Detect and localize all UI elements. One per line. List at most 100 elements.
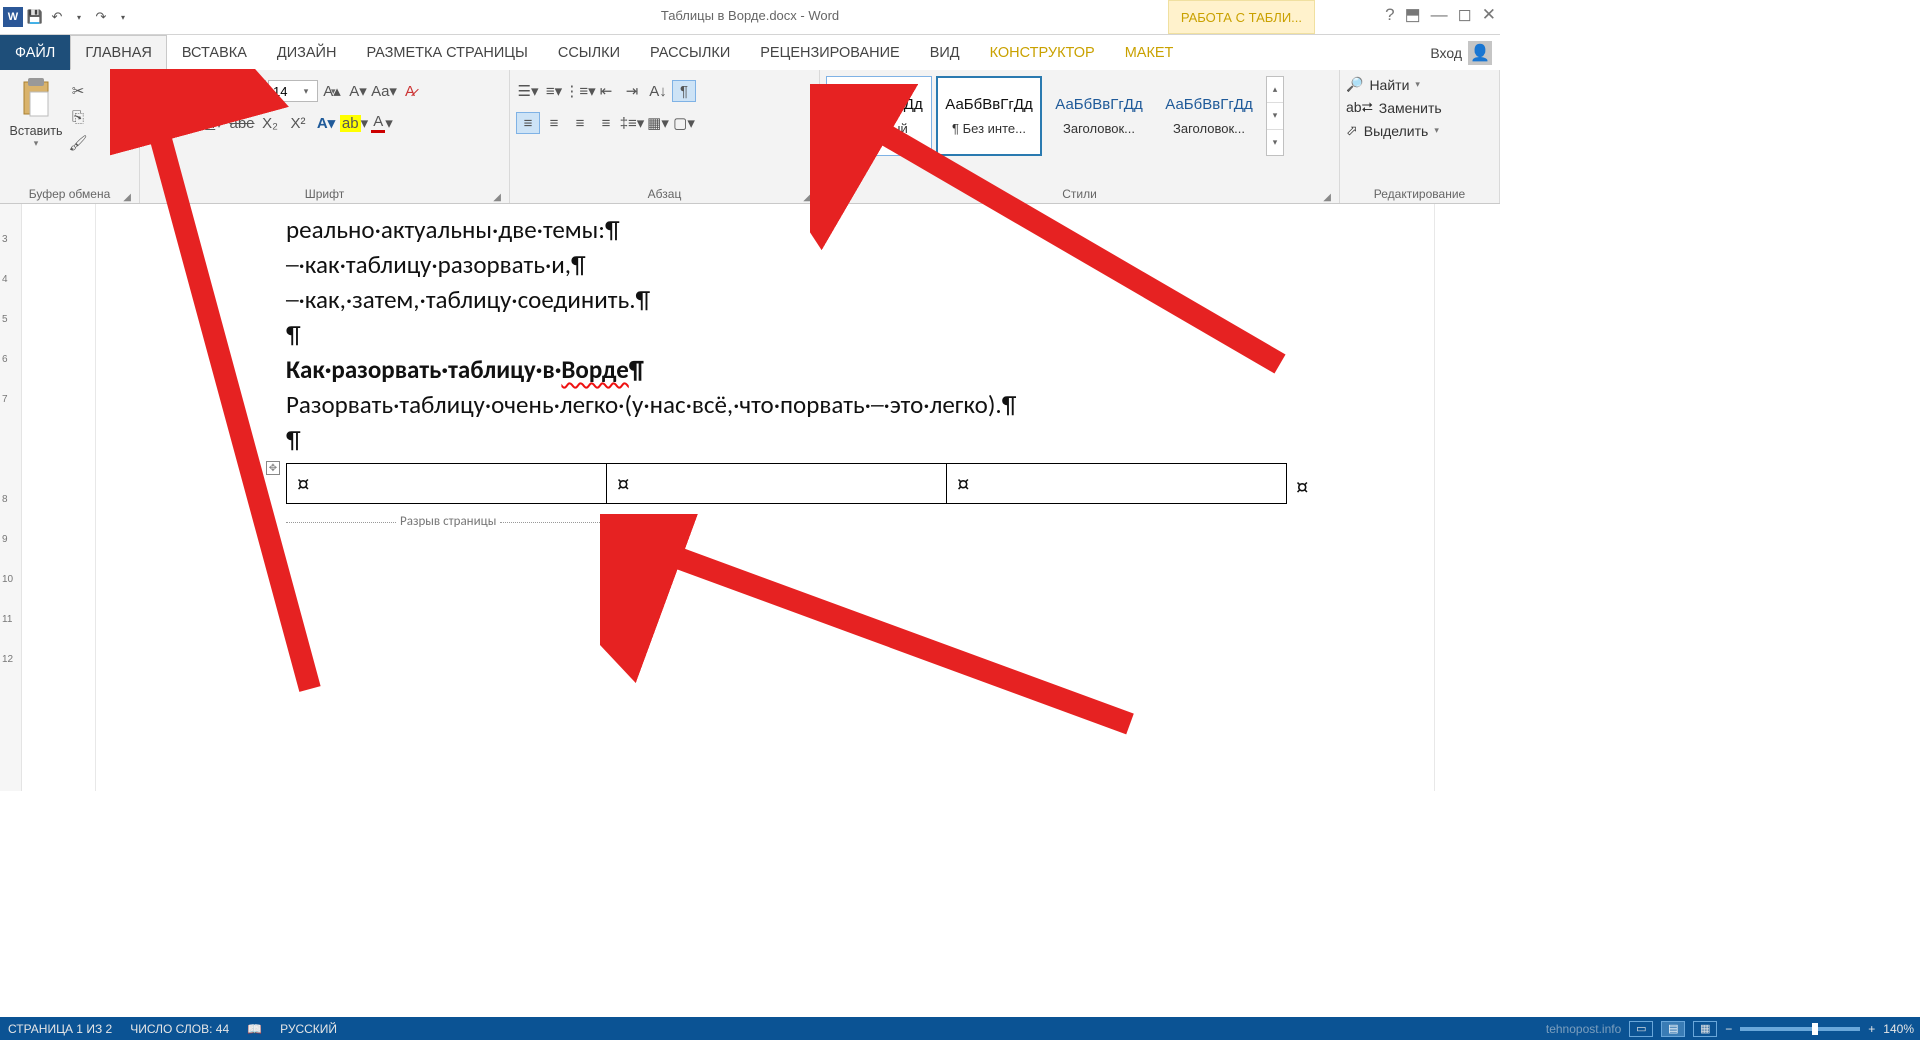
page[interactable]: реально·актуальны·две·темы:¶ ─·как·табли… xyxy=(95,204,1435,791)
style-heading2[interactable]: АаБбВвГгДд Заголовок... xyxy=(1156,76,1262,156)
help-icon[interactable]: ? xyxy=(1385,5,1394,25)
document-body[interactable]: реально·актуальны·две·темы:¶ ─·как·табли… xyxy=(286,212,1306,536)
change-case-icon[interactable]: Aa▾ xyxy=(372,80,396,102)
justify-icon[interactable]: ≡ xyxy=(594,112,618,134)
line-spacing-icon[interactable]: ‡≡▾ xyxy=(620,112,644,134)
table-cell[interactable]: ¤ xyxy=(947,464,1287,504)
document-table[interactable]: ¤ ¤ ¤ xyxy=(286,463,1287,504)
italic-icon[interactable]: К xyxy=(174,112,198,134)
numbering-icon[interactable]: ≡▾ xyxy=(542,80,566,102)
styles-gallery-scroll[interactable]: ▴▾▾ xyxy=(1266,76,1284,156)
table-row[interactable]: ¤ ¤ ¤ xyxy=(287,464,1287,504)
subscript-icon[interactable]: X₂ xyxy=(258,112,282,134)
view-read-mode[interactable]: ▭ xyxy=(1629,1021,1653,1037)
show-marks-icon[interactable]: ¶ xyxy=(672,80,696,102)
align-center-icon[interactable]: ≡ xyxy=(542,112,566,134)
editing-group-label: Редактирование xyxy=(1374,187,1465,201)
doc-line: ─·как·таблицу·разорвать·и,¶ xyxy=(286,247,1306,282)
style-normal[interactable]: АаБбВвГгДд Обычный xyxy=(826,76,932,156)
avatar-icon[interactable]: 👤 xyxy=(1468,41,1492,65)
tab-view[interactable]: ВИД xyxy=(915,35,975,70)
borders-icon[interactable]: ▢▾ xyxy=(672,112,696,134)
sort-icon[interactable]: A↓ xyxy=(646,80,670,102)
tab-file[interactable]: ФАЙЛ xyxy=(0,35,70,70)
tab-home[interactable]: ГЛАВНАЯ xyxy=(70,35,167,70)
paragraph-dialog-launcher[interactable]: ◢ xyxy=(803,192,811,203)
increase-font-icon[interactable]: A▴ xyxy=(320,80,344,102)
row-end-mark: ¤ xyxy=(1296,469,1308,504)
status-language[interactable]: РУССКИЙ xyxy=(280,1022,337,1036)
decrease-font-icon[interactable]: A▾ xyxy=(346,80,370,102)
clipboard-dialog-launcher[interactable]: ◢ xyxy=(123,192,131,203)
strikethrough-icon[interactable]: abe xyxy=(230,112,254,134)
clipboard-group-label: Буфер обмена xyxy=(29,187,111,201)
ribbon-options-icon[interactable]: ⬒ xyxy=(1405,5,1421,25)
bullets-icon[interactable]: ☰▾ xyxy=(516,80,540,102)
minimize-icon[interactable]: — xyxy=(1431,5,1448,25)
view-print-layout[interactable]: ▤ xyxy=(1661,1021,1685,1037)
format-painter-icon[interactable]: 🖌 xyxy=(66,132,90,154)
sign-in-link[interactable]: Вход xyxy=(1430,45,1462,61)
restore-icon[interactable]: ◻ xyxy=(1458,5,1472,25)
view-web-layout[interactable]: ▦ xyxy=(1693,1021,1717,1037)
table-cell[interactable]: ¤ xyxy=(287,464,607,504)
decrease-indent-icon[interactable]: ⇤ xyxy=(594,80,618,102)
font-dialog-launcher[interactable]: ◢ xyxy=(493,192,501,203)
save-icon[interactable]: 💾 xyxy=(25,7,45,27)
tab-table-design[interactable]: КОНСТРУКТОР xyxy=(975,35,1110,70)
tab-mailings[interactable]: РАССЫЛКИ xyxy=(635,35,745,70)
multilevel-list-icon[interactable]: ⋮≡▾ xyxy=(568,80,592,102)
tab-references[interactable]: ССЫЛКИ xyxy=(543,35,635,70)
status-word-count[interactable]: ЧИСЛО СЛОВ: 44 xyxy=(130,1022,229,1036)
zoom-slider[interactable] xyxy=(1740,1027,1860,1031)
status-spellcheck-icon[interactable]: 📖 xyxy=(247,1022,262,1036)
table-cell[interactable]: ¤ xyxy=(607,464,947,504)
undo-dropdown-icon[interactable]: ▾ xyxy=(69,7,89,27)
qat-customize-icon[interactable]: ▾ xyxy=(113,7,133,27)
replace-button[interactable]: ab⮂Заменить xyxy=(1346,99,1442,116)
copy-icon[interactable]: ⎘ xyxy=(66,106,90,128)
paste-button[interactable]: Вставить ▾ xyxy=(6,74,66,187)
cut-icon[interactable]: ✂ xyxy=(66,80,90,102)
replace-icon: ab⮂ xyxy=(1346,99,1373,116)
highlight-icon[interactable]: ab▾ xyxy=(342,112,366,134)
font-name-combo[interactable]: ▾ xyxy=(146,80,266,102)
font-size-combo[interactable]: ▾ xyxy=(268,80,318,102)
zoom-in-button[interactable]: + xyxy=(1868,1022,1875,1036)
bold-icon[interactable]: Ж xyxy=(146,112,170,134)
tab-design[interactable]: ДИЗАЙН xyxy=(262,35,352,70)
doc-line: реально·актуальны·две·темы:¶ xyxy=(286,212,1306,247)
underline-icon[interactable]: Ч▾ xyxy=(202,112,226,134)
find-button[interactable]: 🔎Найти▾ xyxy=(1346,76,1442,93)
tab-insert[interactable]: ВСТАВКА xyxy=(167,35,262,70)
zoom-out-button[interactable]: − xyxy=(1725,1022,1732,1036)
table-move-handle[interactable]: ✥ xyxy=(266,461,280,475)
select-button[interactable]: ⬀Выделить▾ xyxy=(1346,122,1442,139)
font-group-label: Шрифт xyxy=(305,187,344,201)
undo-icon[interactable]: ↶ xyxy=(47,7,67,27)
text-effects-icon[interactable]: A▾ xyxy=(314,112,338,134)
superscript-icon[interactable]: X² xyxy=(286,112,310,134)
redo-icon[interactable]: ↷ xyxy=(91,7,111,27)
style-no-spacing[interactable]: АаБбВвГгДд ¶ Без инте... xyxy=(936,76,1042,156)
document-title: Таблицы в Ворде.docx - Word xyxy=(661,8,839,23)
status-page[interactable]: СТРАНИЦА 1 ИЗ 2 xyxy=(8,1022,112,1036)
status-bar: СТРАНИЦА 1 ИЗ 2 ЧИСЛО СЛОВ: 44 📖 РУССКИЙ… xyxy=(0,1017,1920,1040)
style-heading1[interactable]: АаБбВвГгДд Заголовок... xyxy=(1046,76,1152,156)
align-right-icon[interactable]: ≡ xyxy=(568,112,592,134)
binoculars-icon: 🔎 xyxy=(1346,76,1363,93)
zoom-level[interactable]: 140% xyxy=(1883,1022,1914,1036)
tab-review[interactable]: РЕЦЕНЗИРОВАНИЕ xyxy=(745,35,914,70)
close-icon[interactable]: ✕ xyxy=(1482,5,1496,25)
paragraph-group-label: Абзац xyxy=(648,187,682,201)
align-left-icon[interactable]: ≡ xyxy=(516,112,540,134)
vertical-ruler[interactable]: 3 4 5 6 7 8 9 10 11 12 xyxy=(0,204,22,791)
font-color-icon[interactable]: A▾ xyxy=(370,112,394,134)
increase-indent-icon[interactable]: ⇥ xyxy=(620,80,644,102)
shading-icon[interactable]: ▦▾ xyxy=(646,112,670,134)
tab-table-layout[interactable]: МАКЕТ xyxy=(1110,35,1189,70)
paste-label: Вставить xyxy=(6,124,66,138)
clear-formatting-icon[interactable]: A̷ xyxy=(398,80,422,102)
tab-page-layout[interactable]: РАЗМЕТКА СТРАНИЦЫ xyxy=(351,35,542,70)
styles-dialog-launcher[interactable]: ◢ xyxy=(1323,192,1331,203)
